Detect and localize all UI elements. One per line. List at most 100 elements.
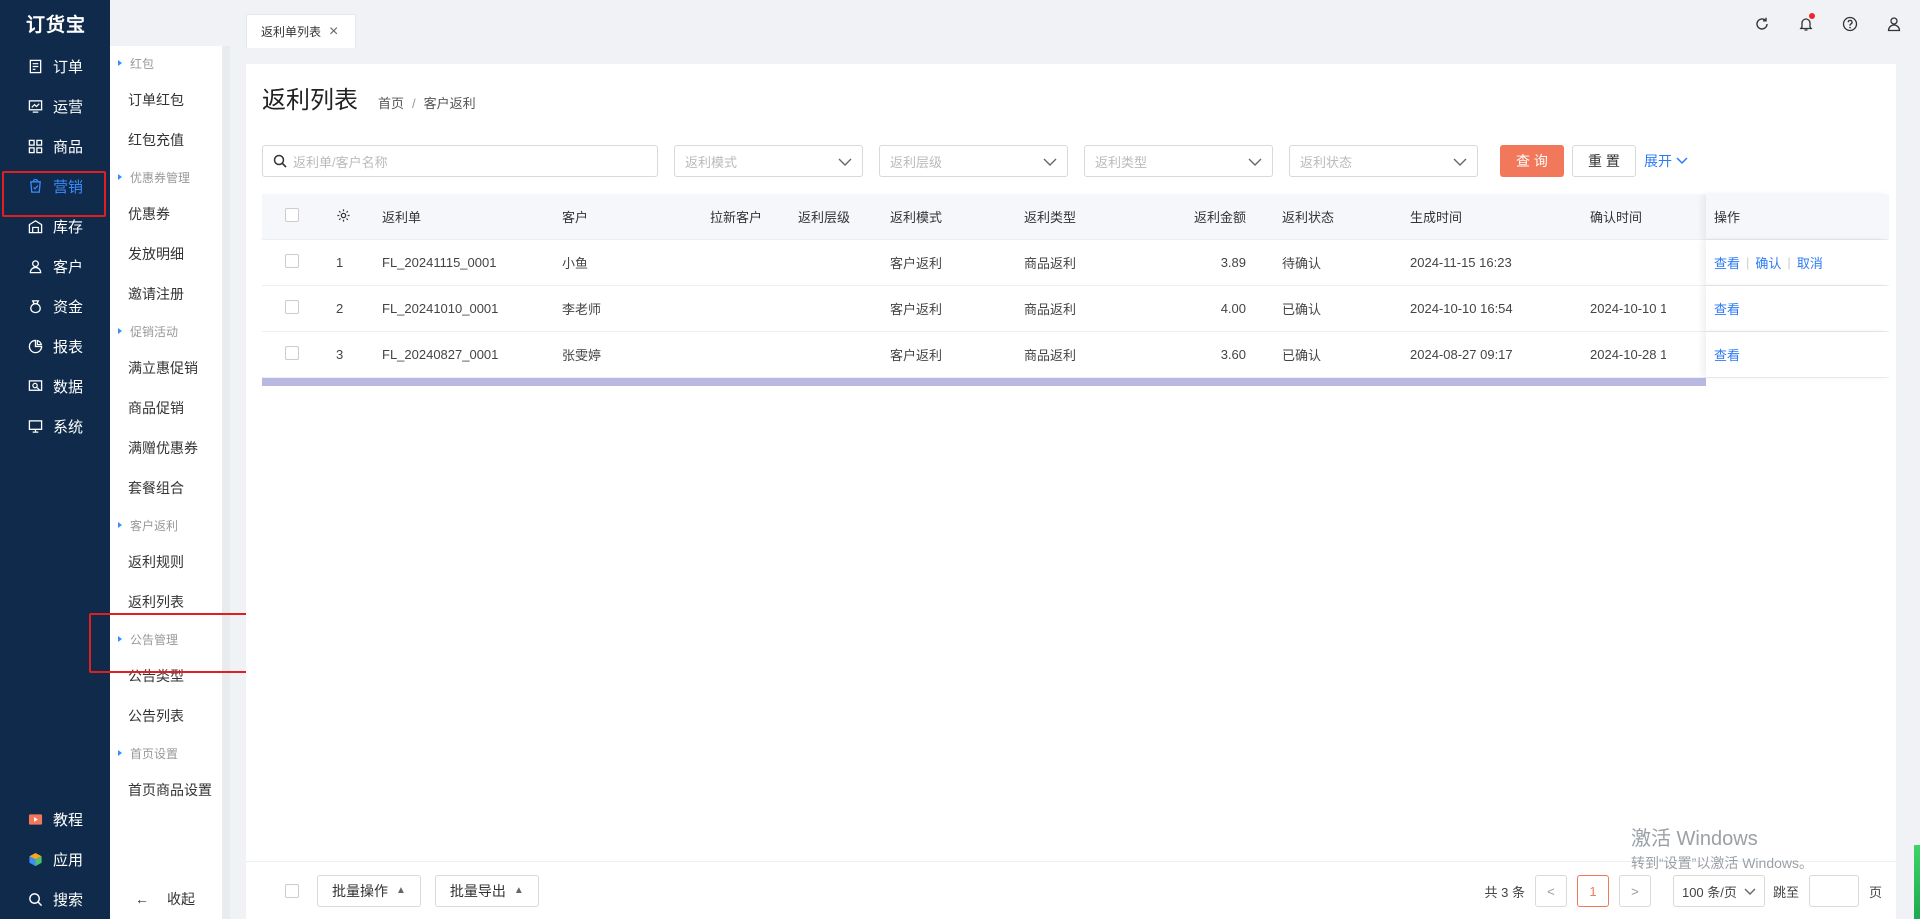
header-rebate-no: 返利单 bbox=[382, 210, 422, 225]
cell-amount: 3.89 bbox=[1220, 255, 1246, 270]
expand-button[interactable]: 展开 bbox=[1644, 151, 1688, 171]
submenu-item[interactable]: 订单红包 bbox=[110, 80, 222, 120]
op-link[interactable]: 取消 bbox=[1797, 253, 1823, 272]
op-link[interactable]: 查看 bbox=[1714, 299, 1740, 318]
nav-item-order[interactable]: 订单 bbox=[0, 46, 110, 86]
jump-page-input[interactable] bbox=[1808, 875, 1859, 907]
op-link[interactable]: 查看 bbox=[1714, 345, 1740, 364]
batch-ops-label: 批量操作 bbox=[332, 882, 388, 899]
cell-type: 商品返利 bbox=[1024, 348, 1077, 363]
checkbox[interactable] bbox=[285, 346, 299, 360]
row-index: 1 bbox=[336, 255, 344, 270]
nav-item-label: 库存 bbox=[53, 218, 84, 236]
row-checkbox[interactable] bbox=[262, 300, 312, 317]
chevron-up-icon: ▲ bbox=[513, 885, 524, 896]
collapse-button[interactable]: ← 收起 bbox=[135, 889, 195, 909]
search-input[interactable]: 返利单/客户名称 bbox=[262, 145, 658, 177]
submenu-item[interactable]: 满立惠促销 bbox=[110, 348, 222, 388]
submenu-item[interactable]: 发放明细 bbox=[110, 234, 222, 274]
caret-right-icon bbox=[118, 328, 122, 334]
cell-status: 待确认 bbox=[1282, 256, 1322, 271]
submenu-item[interactable]: 红包充值 bbox=[110, 120, 222, 160]
next-page-button[interactable]: > bbox=[1618, 875, 1651, 907]
cell-amount: 3.60 bbox=[1220, 347, 1246, 362]
nav-item-system[interactable]: 系统 bbox=[0, 406, 110, 446]
page-button-current[interactable]: 1 bbox=[1576, 875, 1609, 907]
tab-label: 返利单列表 bbox=[261, 25, 322, 39]
user-icon[interactable] bbox=[1884, 14, 1904, 34]
row-checkbox[interactable] bbox=[262, 254, 312, 271]
cell-created: 2024-10-10 16:54 bbox=[1410, 301, 1513, 316]
chevron-down-icon bbox=[838, 154, 852, 169]
select-rebate-mode[interactable]: 返利模式 bbox=[674, 145, 863, 177]
refresh-icon[interactable] bbox=[1752, 14, 1772, 34]
page-size-select[interactable]: 100 条/页 bbox=[1672, 875, 1765, 907]
reset-button[interactable]: 重 置 bbox=[1572, 145, 1636, 177]
gear-icon[interactable] bbox=[336, 208, 351, 223]
cell-ops: 查看 bbox=[1706, 286, 1889, 331]
nav-item-search[interactable]: 搜索 bbox=[0, 879, 110, 919]
nav-item-customer[interactable]: 客户 bbox=[0, 246, 110, 286]
select-rebate-status[interactable]: 返利状态 bbox=[1289, 145, 1478, 177]
cell-rebate-no: FL_20240827_0001 bbox=[382, 347, 499, 362]
tab-rebate-list[interactable]: 返利单列表 × bbox=[246, 14, 356, 48]
submenu-item[interactable]: 返利规则 bbox=[110, 542, 222, 582]
nav-item-label: 订单 bbox=[53, 58, 84, 76]
cell-rebate-no: FL_20241010_0001 bbox=[382, 301, 499, 316]
help-icon[interactable] bbox=[1840, 14, 1860, 34]
close-icon[interactable]: × bbox=[329, 23, 338, 41]
nav-item-label: 应用 bbox=[53, 851, 84, 869]
nav-item-data[interactable]: 数据 bbox=[0, 366, 110, 406]
cell-mode: 客户返利 bbox=[890, 348, 943, 363]
nav-item-apps[interactable]: 应用 bbox=[0, 839, 110, 879]
chevron-down-icon bbox=[1676, 157, 1688, 165]
order-icon bbox=[27, 58, 43, 74]
chevron-down-icon bbox=[1248, 154, 1262, 169]
batch-ops-button[interactable]: 批量操作 ▲ bbox=[317, 874, 421, 907]
cell-created: 2024-11-15 16:23 bbox=[1410, 255, 1512, 270]
cell-type: 商品返利 bbox=[1024, 256, 1077, 271]
cell-ops: 查看 | 确认 | 取消 bbox=[1706, 240, 1889, 285]
select-all-checkbox[interactable] bbox=[285, 208, 299, 222]
op-link[interactable]: 查看 bbox=[1714, 253, 1740, 272]
op-link[interactable]: 确认 bbox=[1755, 253, 1781, 272]
nav-item-funds[interactable]: 资金 bbox=[0, 286, 110, 326]
submenu-item[interactable]: 套餐组合 bbox=[110, 468, 222, 508]
notification-dot bbox=[1809, 13, 1815, 19]
query-button[interactable]: 查 询 bbox=[1500, 145, 1564, 177]
prev-page-button[interactable]: < bbox=[1534, 875, 1567, 907]
submenu-item[interactable]: 公告列表 bbox=[110, 696, 222, 736]
row-index: 3 bbox=[336, 347, 344, 362]
checkbox[interactable] bbox=[285, 254, 299, 268]
nav-item-label: 资金 bbox=[53, 298, 84, 316]
select-rebate-type[interactable]: 返利类型 bbox=[1084, 145, 1273, 177]
cell-amount: 4.00 bbox=[1220, 301, 1246, 316]
submenu-item[interactable]: 邀请注册 bbox=[110, 274, 222, 314]
caret-right-icon bbox=[118, 522, 122, 528]
breadcrumb-home[interactable]: 首页 bbox=[378, 96, 404, 111]
nav-item-report[interactable]: 报表 bbox=[0, 326, 110, 366]
horizontal-scrollbar[interactable] bbox=[262, 378, 1706, 386]
operation-icon bbox=[27, 98, 43, 114]
submenu-item[interactable]: 商品促销 bbox=[110, 388, 222, 428]
submenu-item[interactable]: 首页商品设置 bbox=[110, 770, 222, 810]
batch-export-button[interactable]: 批量导出 ▲ bbox=[434, 874, 539, 907]
checkbox[interactable] bbox=[285, 300, 299, 314]
page-size-label: 100 条/页 bbox=[1681, 884, 1737, 900]
cell-customer: 小鱼 bbox=[562, 256, 589, 271]
bell-icon[interactable] bbox=[1796, 13, 1816, 34]
footer-select-checkbox[interactable] bbox=[285, 883, 299, 898]
vertical-scrollbar[interactable] bbox=[1914, 845, 1920, 919]
logo: 订货宝 bbox=[26, 14, 87, 36]
row-checkbox[interactable] bbox=[262, 346, 312, 363]
submenu-item[interactable]: 优惠券 bbox=[110, 194, 222, 234]
table-row: 2 FL_20241010_0001 李老师 客户返利 商品返利 4.00 已确认 2024-… bbox=[262, 286, 1889, 332]
nav-item-operation[interactable]: 运营 bbox=[0, 86, 110, 126]
nav-item-tutorial[interactable]: 教程 bbox=[0, 799, 110, 839]
nav-item-goods[interactable]: 商品 bbox=[0, 126, 110, 166]
submenu-group-title: 红包 bbox=[110, 46, 222, 80]
submenu-group-title: 优惠券管理 bbox=[110, 160, 222, 194]
apps-icon bbox=[27, 851, 43, 867]
submenu-item[interactable]: 满赠优惠券 bbox=[110, 428, 222, 468]
select-rebate-level[interactable]: 返利层级 bbox=[879, 145, 1068, 177]
